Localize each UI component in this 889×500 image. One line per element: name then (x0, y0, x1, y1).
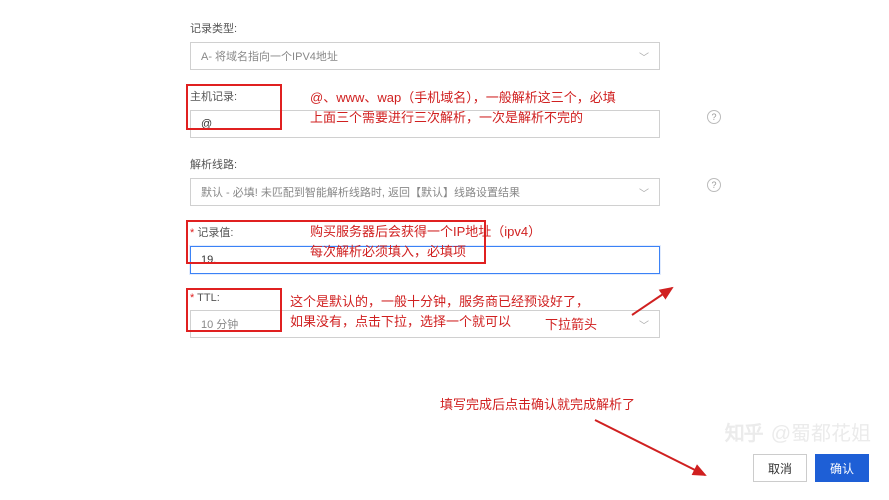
ttl-value: 10 分钟 (201, 316, 238, 332)
route-line-label: 解析线路: (190, 156, 699, 172)
chevron-down-icon: ﹀ (639, 49, 649, 64)
host-record-value: @ (201, 118, 212, 130)
annotation-final: 填写完成后点击确认就完成解析了 (440, 395, 635, 415)
annotation-value-2: 每次解析必须填入，必填项 (310, 242, 466, 262)
help-icon[interactable]: ? (707, 110, 721, 124)
chevron-down-icon: ﹀ (639, 317, 649, 332)
arrow-graphic (590, 415, 720, 490)
route-line-value: 默认 - 必填! 未匹配到智能解析线路时, 返回【默认】线路设置结果 (201, 184, 520, 200)
record-type-label: 记录类型: (190, 20, 699, 36)
annotation-host-2: 上面三个需要进行三次解析，一次是解析不完的 (310, 108, 583, 128)
footer-buttons: 取消 确认 (753, 454, 869, 482)
annotation-ttl-1: 这个是默认的，一般十分钟，服务商已经预设好了， (290, 292, 589, 312)
annotation-arrow-label: 下拉箭头 (545, 315, 597, 335)
annotation-host-1: @、www、wap（手机域名），一般解析这三个，必填 (310, 88, 616, 108)
chevron-down-icon: ﹀ (639, 185, 649, 200)
record-type-value: A- 将域名指向一个IPV4地址 (201, 48, 338, 64)
watermark-author: @蜀都花姐 (771, 417, 871, 446)
route-line-select[interactable]: 默认 - 必填! 未匹配到智能解析线路时, 返回【默认】线路设置结果 ﹀ (190, 178, 660, 206)
dns-form: 记录类型: A- 将域名指向一个IPV4地址 ﹀ 主机记录: @ ? @、www… (0, 0, 889, 338)
confirm-button[interactable]: 确认 (815, 454, 869, 482)
zhihu-logo: 知乎 (725, 417, 763, 446)
route-line-row: 解析线路: 默认 - 必填! 未匹配到智能解析线路时, 返回【默认】线路设置结果… (190, 156, 699, 206)
cancel-button[interactable]: 取消 (753, 454, 807, 482)
record-type-select[interactable]: A- 将域名指向一个IPV4地址 ﹀ (190, 42, 660, 70)
annotation-ttl-2: 如果没有，点击下拉，选择一个就可以 (290, 312, 511, 332)
record-type-row: 记录类型: A- 将域名指向一个IPV4地址 ﹀ (190, 20, 699, 70)
host-record-row: 主机记录: @ ? @、www、wap（手机域名），一般解析这三个，必填 上面三… (190, 88, 699, 138)
record-value-text: 19. (201, 254, 216, 266)
annotation-value-1: 购买服务器后会获得一个IP地址（ipv4） (310, 222, 541, 242)
ttl-row: TTL: 10 分钟 ﹀ 这个是默认的，一般十分钟，服务商已经预设好了， 如果没… (190, 292, 699, 338)
record-value-row: 记录值: 19. 购买服务器后会获得一个IP地址（ipv4） 每次解析必须填入，… (190, 224, 699, 274)
help-icon[interactable]: ? (707, 178, 721, 192)
watermark: 知乎 @蜀都花姐 (725, 417, 871, 446)
